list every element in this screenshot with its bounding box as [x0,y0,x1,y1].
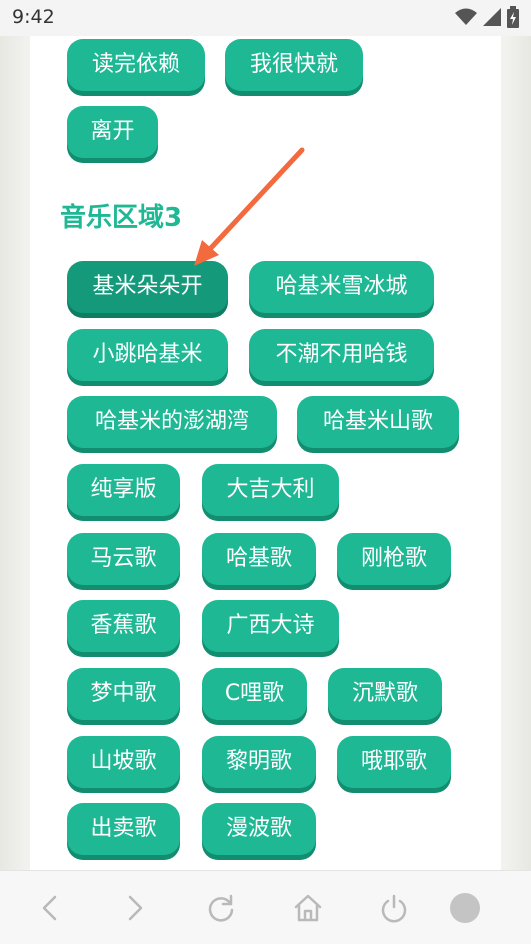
signal-icon [483,8,501,26]
tag-button[interactable]: 哈基歌 [202,533,316,585]
tag-button[interactable]: 我很快就 [225,39,363,91]
home-icon [294,894,322,922]
tag-button[interactable]: 马云歌 [67,533,180,585]
tag-button[interactable]: 小跳哈基米 [67,329,228,381]
forward-icon [128,895,143,921]
tag-button[interactable]: 哦耶歌 [337,736,451,788]
menu-button[interactable] [448,891,482,925]
tag-button[interactable]: 哈基米的澎湖湾 [67,396,277,448]
status-bar: 9:42 [0,0,531,36]
forward-button[interactable] [118,891,152,925]
tag-button[interactable]: C哩歌 [202,668,307,720]
tag-button[interactable]: 离开 [67,106,158,158]
reload-icon [208,894,234,922]
status-icons [455,6,519,28]
tag-button[interactable]: 出卖歌 [67,803,180,855]
battery-icon [507,6,519,28]
home-button[interactable] [291,891,325,925]
power-button[interactable] [377,891,411,925]
wifi-icon [455,8,477,25]
tag-button[interactable]: 刚枪歌 [337,533,451,585]
tag-button[interactable]: 不潮不用哈钱 [249,329,434,381]
tag-button-active[interactable]: 基米朵朵开 [67,261,228,313]
circle-icon [450,893,480,923]
tag-button[interactable]: 哈基米山歌 [297,396,459,448]
tag-button[interactable]: 梦中歌 [67,668,180,720]
tag-button[interactable]: 大吉大利 [202,464,339,516]
tag-button[interactable]: 漫波歌 [202,803,316,855]
tag-button[interactable]: 纯享版 [67,464,180,516]
section-title: 音乐区域3 [60,203,183,233]
tag-button[interactable]: 沉默歌 [328,668,442,720]
reload-button[interactable] [204,891,238,925]
status-time: 9:42 [12,6,55,28]
back-button[interactable] [33,891,67,925]
tag-button[interactable]: 读完依赖 [67,39,205,91]
content-card: 读完依赖 我很快就 离开 音乐区域3 基米朵朵开 哈基米雪冰城 小跳哈基米 不潮… [30,36,501,870]
tag-button[interactable]: 广西大诗 [202,600,339,652]
browser-nav-bar [0,870,531,944]
tag-button[interactable]: 黎明歌 [202,736,316,788]
back-icon [42,895,57,921]
power-icon [381,894,407,923]
tag-button[interactable]: 山坡歌 [67,736,180,788]
tag-button[interactable]: 香蕉歌 [67,600,180,652]
tag-button[interactable]: 哈基米雪冰城 [249,261,434,313]
